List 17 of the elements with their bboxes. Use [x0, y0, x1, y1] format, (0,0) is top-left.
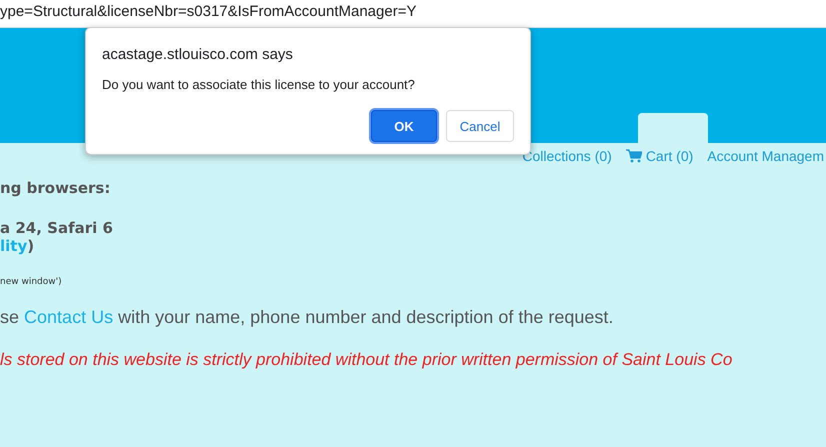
browsers-heading: ng browsers: — [0, 179, 112, 197]
address-bar[interactable]: ype=Structural&licenseNbr=s0317&IsFromAccountManager=Y — [0, 0, 826, 28]
contact-link[interactable]: Contact Us — [24, 307, 114, 327]
contact-sentence: se Contact Us with your name, phone number and description of the request. — [0, 307, 614, 328]
cancel-button[interactable]: Cancel — [446, 110, 514, 142]
cart-icon[interactable] — [626, 149, 642, 163]
warning-text: ls stored on this website is strictly prohibited without the prior written permission of Saint Louis Co — [0, 350, 734, 370]
window-note: new window') — [0, 277, 63, 287]
nav-link[interactable]: Collections (0) — [522, 148, 612, 164]
cart-link[interactable]: Cart (0) — [646, 148, 694, 164]
paren-text: ) — [27, 237, 34, 255]
dialog-message: Do you want to associate this license to your account? — [102, 77, 416, 92]
browsers-text: a 24, Safari 6 — [0, 219, 114, 237]
dialog-title: acastage.stlouisco.com says — [102, 46, 294, 63]
compatibility-link[interactable]: lity — [0, 237, 28, 255]
ok-button[interactable]: OK — [371, 110, 437, 142]
nav-link[interactable]: Account Managem — [707, 148, 824, 164]
